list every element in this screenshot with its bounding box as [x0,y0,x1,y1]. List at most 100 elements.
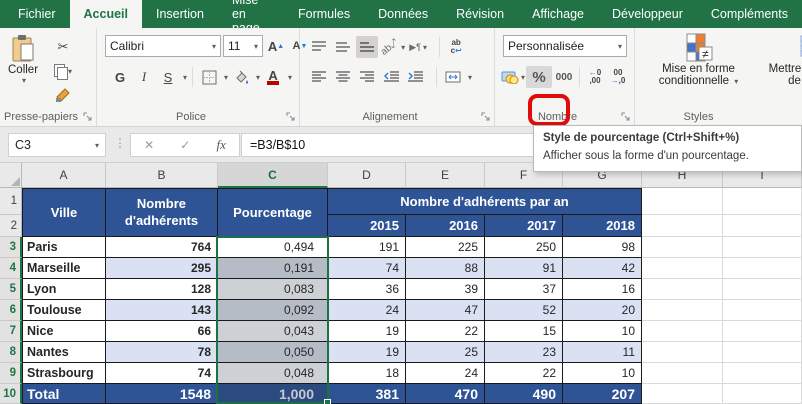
cell-b1-nombre-adherents[interactable]: Nombred'adhérents [106,188,218,237]
name-box[interactable]: C3 ▾ [8,133,106,157]
font-name-select[interactable]: Calibri▾ [105,35,221,57]
align-center-button[interactable] [332,66,354,88]
select-all-corner[interactable] [0,163,22,188]
cell-total-strasbourg[interactable]: 74 [106,363,218,384]
cell-year-2016[interactable]: 2016 [406,215,485,237]
row-header-5[interactable]: 5 [0,279,22,300]
cell-empty-i[interactable] [723,321,802,342]
cell-year-2018[interactable]: 2018 [563,215,642,237]
number-dialog-launcher-icon[interactable] [621,112,631,122]
wrap-text-button[interactable]: ab c↩ [445,36,467,58]
cell-y2016-strasbourg[interactable]: 24 [406,363,485,384]
cell-y2016-marseille[interactable]: 88 [406,258,485,279]
cell-pct-marseille[interactable]: 0,191 [218,258,328,279]
borders-button[interactable] [198,66,220,88]
confirm-entry-icon[interactable]: ✓ [180,138,190,152]
cell-empty-h[interactable] [642,300,723,321]
cell-total-nice[interactable]: 66 [106,321,218,342]
cell-y2017-nice[interactable]: 15 [485,321,563,342]
row-header-4[interactable]: 4 [0,258,22,279]
cell-y2015-strasbourg[interactable]: 18 [328,363,406,384]
cell-pct-nantes[interactable]: 0,050 [218,342,328,363]
increase-decimal-button[interactable]: ←0,00 [584,66,606,88]
cell-total-nantes[interactable]: 78 [106,342,218,363]
row-header-1[interactable]: 1 [0,188,22,215]
tab-mise-en-page[interactable]: Mise en page [218,0,284,28]
row-header-6[interactable]: 6 [0,300,22,321]
cell-city-lyon[interactable]: Lyon [22,279,106,300]
cell-y2017-strasbourg[interactable]: 22 [485,363,563,384]
align-top-button[interactable] [308,36,330,58]
cell-empty-i[interactable] [723,342,802,363]
tab-données[interactable]: Données [364,0,442,28]
row-header-2[interactable]: 2 [0,215,22,237]
cell-pct-lyon[interactable]: 0,083 [218,279,328,300]
copy-button[interactable]: ▾ [52,60,74,82]
cell-y2017-marseille[interactable]: 91 [485,258,563,279]
font-dialog-launcher-icon[interactable] [286,112,296,122]
comma-style-button[interactable]: 000 [553,66,575,88]
tab-accueil[interactable]: Accueil [70,0,142,28]
cell-total-y2017[interactable]: 490 [485,384,563,404]
tab-révision[interactable]: Révision [442,0,518,28]
underline-dropdown-arrow[interactable]: ▾ [183,73,187,82]
cell-y2015-toulouse[interactable]: 24 [328,300,406,321]
row-header-10[interactable]: 10 [0,384,22,404]
paste-button[interactable]: Coller ▾ [8,34,38,85]
column-header-a[interactable]: A [22,163,106,188]
cell-empty-h[interactable] [642,321,723,342]
row-header-9[interactable]: 9 [0,363,22,384]
cell-c1-pourcentage[interactable]: Pourcentage [218,188,328,237]
cell-empty-h[interactable] [642,363,723,384]
cell-y2016-lyon[interactable]: 39 [406,279,485,300]
insert-function-icon[interactable]: fx [217,137,226,153]
cell-y2015-nice[interactable]: 19 [328,321,406,342]
cell-empty-h[interactable] [642,215,723,237]
tab-formules[interactable]: Formules [284,0,364,28]
increase-indent-button[interactable] [404,66,426,88]
conditional-formatting-button[interactable]: ≠ Mise en forme conditionnelle ▾ [641,33,756,87]
cell-y2015-lyon[interactable]: 36 [328,279,406,300]
cell-pct-paris[interactable]: 0,494 [218,237,328,258]
format-painter-button[interactable] [52,84,74,106]
cell-total-y2016[interactable]: 470 [406,384,485,404]
tab-affichage[interactable]: Affichage [518,0,598,28]
tab-développeur[interactable]: Développeur [598,0,697,28]
cell-y2015-paris[interactable]: 191 [328,237,406,258]
accounting-format-button[interactable]: ▾ [501,66,525,88]
cell-y2018-strasbourg[interactable]: 10 [563,363,642,384]
cell-y2017-lyon[interactable]: 37 [485,279,563,300]
tab-fichier[interactable]: Fichier [4,0,70,28]
fill-color-button[interactable] [230,66,252,88]
name-box-dropdown-arrow[interactable]: ▾ [95,141,99,150]
alignment-dialog-launcher-icon[interactable] [481,112,491,122]
cell-y2015-nantes[interactable]: 19 [328,342,406,363]
tab-compléments[interactable]: Compléments [697,0,802,28]
decrease-indent-button[interactable] [380,66,402,88]
cell-a1-ville[interactable]: Ville [22,188,106,237]
cell-total-marseille[interactable]: 295 [106,258,218,279]
text-direction-button[interactable]: ▶¶▾ [407,36,429,58]
cell-city-paris[interactable]: Paris [22,237,106,258]
clipboard-dialog-launcher-icon[interactable] [83,112,93,122]
cell-y2016-nice[interactable]: 22 [406,321,485,342]
name-box-resizer[interactable]: ⋮ [114,136,126,150]
paste-dropdown-arrow[interactable]: ▾ [22,76,26,85]
row-header-7[interactable]: 7 [0,321,22,342]
cell-y2017-toulouse[interactable]: 52 [485,300,563,321]
font-size-select[interactable]: 11▾ [223,35,263,57]
cell-total-label[interactable]: Total [22,384,106,404]
cut-button[interactable]: ✂ [52,36,74,58]
cell-empty-i[interactable] [723,188,802,215]
orientation-button[interactable]: ab⤢▾ [380,36,405,58]
bold-button[interactable]: G [109,66,131,88]
column-header-d[interactable]: D [328,163,406,188]
cell-empty-h[interactable] [642,279,723,300]
cell-y2018-toulouse[interactable]: 20 [563,300,642,321]
cell-empty-i[interactable] [723,258,802,279]
cell-y2016-toulouse[interactable]: 47 [406,300,485,321]
align-left-button[interactable] [308,66,330,88]
cell-city-nice[interactable]: Nice [22,321,106,342]
cell-y2018-nice[interactable]: 10 [563,321,642,342]
align-right-button[interactable] [356,66,378,88]
